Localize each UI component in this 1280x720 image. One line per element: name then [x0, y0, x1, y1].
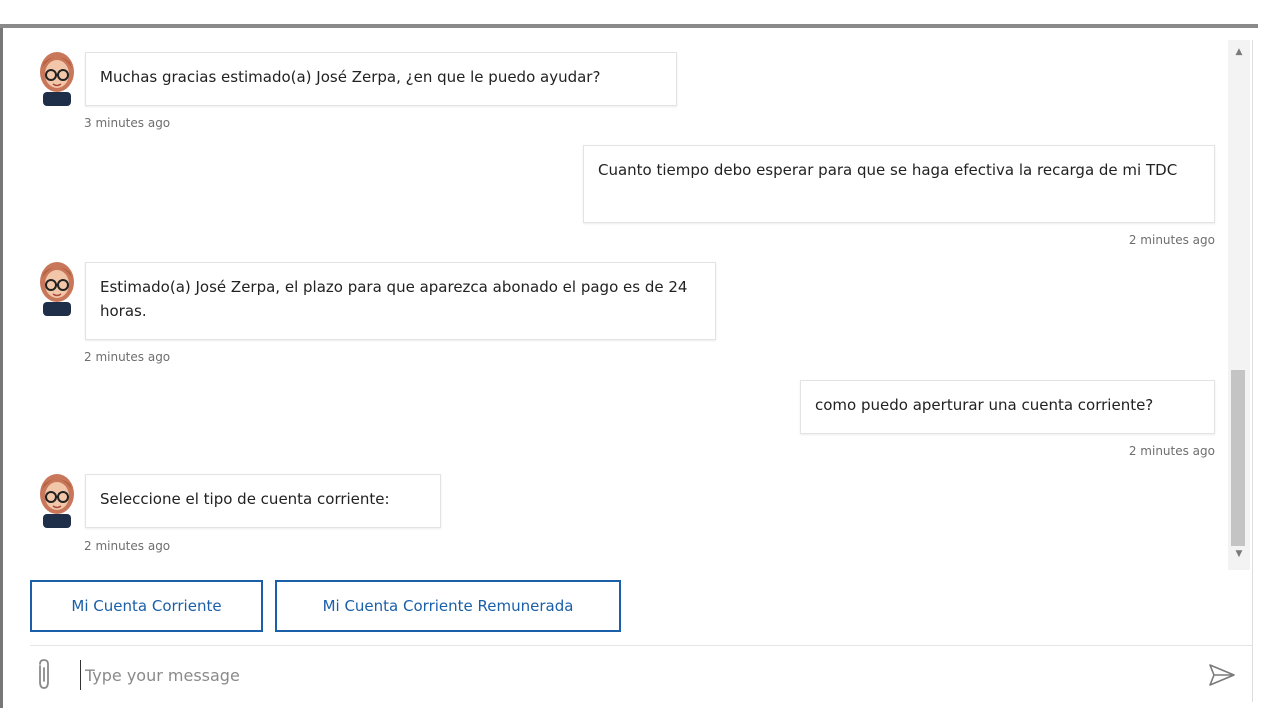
message-text: Estimado(a) José Zerpa, el plazo para qu…: [100, 278, 688, 320]
bot-avatar-icon: [36, 258, 78, 316]
bot-message-bubble: Estimado(a) José Zerpa, el plazo para qu…: [85, 262, 716, 340]
bot-message-bubble: Seleccione el tipo de cuenta corriente:: [85, 474, 441, 528]
message-text: Seleccione el tipo de cuenta corriente:: [100, 490, 390, 508]
quick-reply-mi-cuenta-corriente-button[interactable]: Mi Cuenta Corriente: [30, 580, 263, 632]
window-left-border: [0, 28, 3, 708]
message-text: como puedo aperturar una cuenta corrient…: [815, 396, 1154, 414]
bot-avatar-icon: [36, 48, 78, 106]
message-text: Muchas gracias estimado(a) José Zerpa, ¿…: [100, 68, 601, 86]
message-timestamp: 2 minutes ago: [1128, 444, 1215, 458]
quick-reply-mi-cuenta-corriente-remunerada-button[interactable]: Mi Cuenta Corriente Remunerada: [275, 580, 621, 632]
message-text: Cuanto tiempo debo esperar para que se h…: [598, 161, 1178, 179]
chat-window: Muchas gracias estimado(a) José Zerpa, ¿…: [0, 0, 1280, 720]
scrollbar-thumb[interactable]: [1231, 370, 1245, 546]
input-divider: [30, 645, 1252, 646]
message-composer: [30, 648, 1252, 702]
bot-message-bubble: Muchas gracias estimado(a) José Zerpa, ¿…: [85, 52, 677, 106]
message-timestamp: 2 minutes ago: [1128, 233, 1215, 247]
scroll-down-arrow-icon[interactable]: ▼: [1228, 546, 1250, 562]
user-message-bubble: Cuanto tiempo debo esperar para que se h…: [583, 145, 1215, 223]
message-timestamp: 2 minutes ago: [84, 539, 171, 553]
bot-avatar-icon: [36, 470, 78, 528]
send-icon[interactable]: [1208, 662, 1236, 688]
chat-transcript: Muchas gracias estimado(a) José Zerpa, ¿…: [8, 40, 1226, 570]
message-timestamp: 3 minutes ago: [84, 116, 171, 130]
chat-scrollbar[interactable]: ▲ ▼: [1228, 40, 1250, 570]
window-right-border: [1252, 40, 1253, 702]
window-top-border: [0, 24, 1258, 28]
paperclip-icon[interactable]: [34, 658, 54, 692]
scroll-up-arrow-icon[interactable]: ▲: [1228, 44, 1250, 60]
message-timestamp: 2 minutes ago: [84, 350, 171, 364]
user-message-bubble: como puedo aperturar una cuenta corrient…: [800, 380, 1215, 434]
message-input[interactable]: [80, 660, 1185, 690]
